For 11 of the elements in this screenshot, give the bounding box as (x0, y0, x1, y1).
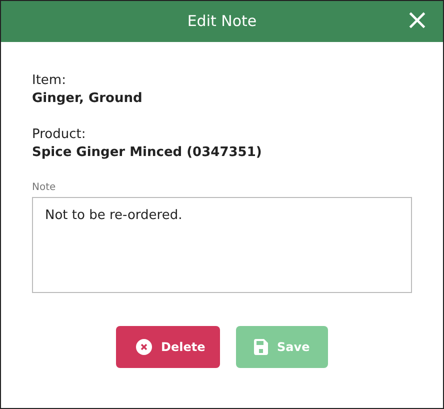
delete-icon (136, 339, 152, 355)
field-label: Product: (32, 126, 87, 144)
delete-button[interactable]: Delete (116, 326, 220, 368)
field-label: Item: (32, 72, 67, 90)
note-label: Note (32, 181, 57, 195)
field-value: Spice Ginger Minced (0347351) (32, 144, 263, 162)
dialog-title: Edit Note (187, 11, 257, 32)
save-icon (254, 339, 268, 355)
field-value: Ginger, Ground (32, 90, 144, 108)
close-button[interactable]: × (402, 6, 433, 34)
note-field[interactable]: Not to be re-ordered. (32, 197, 412, 293)
